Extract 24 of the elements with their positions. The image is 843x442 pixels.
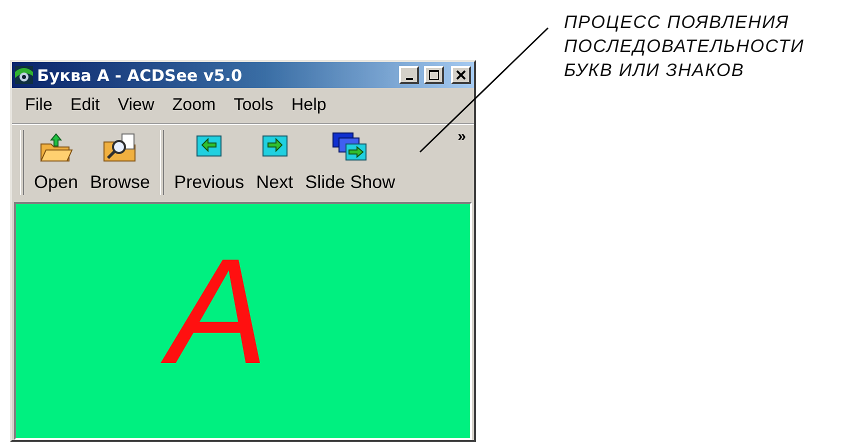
eye-icon <box>15 66 33 84</box>
toolbar-overflow-button[interactable]: » <box>456 128 468 145</box>
window-title: Буква A - ACDSee v5.0 <box>37 66 244 84</box>
menu-item[interactable]: File <box>16 91 62 119</box>
folder-magnifier-icon <box>102 132 138 164</box>
folder-icon <box>39 132 74 164</box>
minimize-icon <box>406 78 412 80</box>
toolbar-button[interactable]: Previous <box>168 130 250 195</box>
menu-item[interactable]: View <box>108 91 164 119</box>
toolbar-button[interactable]: Slide Show <box>299 130 402 195</box>
toolbar-button[interactable]: Open <box>28 130 84 195</box>
menu-item[interactable]: Tools <box>224 91 282 119</box>
menu-item[interactable]: Edit <box>61 91 109 119</box>
image-letter: A <box>148 224 298 398</box>
close-icon <box>456 70 466 80</box>
toolbar-button[interactable]: Next <box>250 130 300 195</box>
callout-text: ПРОЦЕСС ПОЯВЛЕНИЯ ПОСЛЕДОВАТЕЛЬНОСТИ БУКВ ИЛИ ЗНАКОВ <box>564 11 804 82</box>
menu-item[interactable]: Zoom <box>163 91 225 119</box>
maximize-icon <box>429 70 439 80</box>
minimize-button[interactable] <box>399 66 419 84</box>
maximize-button[interactable] <box>424 66 444 84</box>
toolbar-button[interactable]: Browse <box>84 130 156 195</box>
close-button[interactable] <box>451 66 471 84</box>
menu-item[interactable]: Help <box>282 91 336 119</box>
